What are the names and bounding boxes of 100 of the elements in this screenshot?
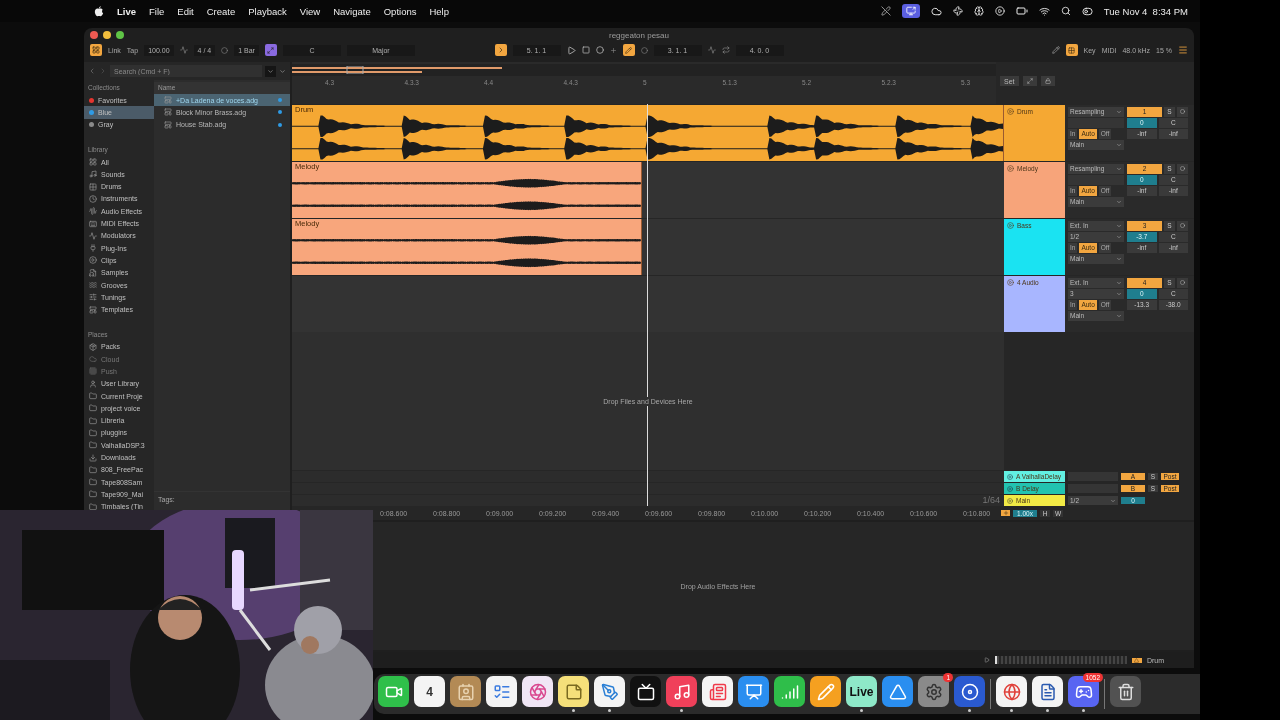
bar-chart-icon: [780, 682, 799, 701]
template-icon: [89, 305, 97, 314]
user-icon: [89, 379, 97, 388]
computer-midi-button[interactable]: [1065, 44, 1078, 56]
search-icon[interactable]: [1060, 6, 1071, 16]
tv-icon: [636, 682, 655, 701]
record-icon: [1180, 280, 1185, 286]
lock-button[interactable]: [1040, 76, 1055, 86]
dock-item[interactable]: [378, 676, 409, 707]
record-icon[interactable]: [595, 46, 604, 54]
scale-mode-button[interactable]: [264, 44, 277, 56]
dock-item[interactable]: [450, 676, 481, 707]
folder-icon: [89, 478, 97, 487]
track-color-button[interactable]: [1131, 657, 1142, 663]
folder-icon: [89, 441, 97, 450]
dock-item[interactable]: [522, 676, 553, 707]
follow-button[interactable]: [494, 44, 507, 56]
view-button[interactable]: [90, 44, 102, 56]
play-icon[interactable]: [566, 45, 576, 55]
dock-item[interactable]: [774, 676, 805, 707]
live-icon[interactable]: Live: [846, 676, 877, 707]
menu-item[interactable]: Options: [383, 5, 417, 17]
input-channel-field[interactable]: [1068, 175, 1124, 185]
dock-item[interactable]: [1068, 676, 1099, 707]
folder-icon: [89, 404, 97, 413]
apple-icon[interactable]: [94, 5, 104, 17]
folder-icon: [89, 428, 97, 437]
pencil-icon[interactable]: [1051, 46, 1060, 54]
dock-item[interactable]: [630, 676, 661, 707]
menu-item[interactable]: View: [299, 5, 321, 17]
zoom-button[interactable]: [116, 31, 124, 39]
fan-icon[interactable]: [952, 6, 963, 16]
dock-item[interactable]: [1032, 676, 1063, 707]
caret-icon: [1116, 108, 1122, 115]
pen-off-icon[interactable]: [880, 6, 891, 16]
control-center-icon[interactable]: [1081, 5, 1093, 17]
dock-item[interactable]: [594, 676, 625, 707]
expand-button[interactable]: [1022, 76, 1037, 86]
brain-icon[interactable]: [973, 6, 984, 16]
calendar-icon[interactable]: 4: [414, 676, 445, 707]
record-icon: [1180, 109, 1185, 115]
dock-item[interactable]: [996, 676, 1027, 707]
clip-overview[interactable]: [994, 656, 1127, 664]
folder-icon: [89, 502, 97, 511]
fold-icon: [1007, 165, 1014, 172]
cloud-icon[interactable]: [930, 5, 942, 17]
dock-item[interactable]: [666, 676, 697, 707]
record-icon: [1180, 166, 1185, 172]
menu-item[interactable]: Create: [206, 5, 236, 17]
fold-icon: [1007, 222, 1014, 229]
dock-item[interactable]: [810, 676, 841, 707]
preset-icon: [164, 96, 172, 105]
checklist-icon: [492, 682, 511, 701]
newspaper-icon: [708, 682, 727, 701]
package-icon: [89, 342, 97, 351]
wifi-icon[interactable]: [1038, 5, 1050, 17]
play-circle-icon[interactable]: [994, 6, 1005, 16]
dock-item[interactable]: [702, 676, 733, 707]
stop-icon[interactable]: [581, 46, 590, 54]
plus-icon: [1002, 510, 1009, 516]
add-icon[interactable]: [609, 46, 617, 54]
record-icon: [1180, 223, 1185, 229]
screen-share-icon: [905, 6, 916, 16]
folder-icon: [89, 490, 97, 499]
menu-item[interactable]: Edit: [177, 5, 194, 17]
close-button[interactable]: [90, 31, 98, 39]
follow-toggle-button[interactable]: [1001, 510, 1010, 516]
disc-icon: [960, 682, 979, 701]
menu-item[interactable]: Help: [429, 5, 449, 17]
dock-item[interactable]: [1110, 676, 1141, 707]
screen-share-button[interactable]: [901, 4, 920, 18]
menu-item[interactable]: File: [149, 5, 165, 17]
dock-item[interactable]: [738, 676, 769, 707]
battery-icon[interactable]: [1015, 5, 1028, 17]
grid-icon: [92, 46, 100, 54]
preset-icon: [164, 108, 172, 117]
caret-icon: [1116, 141, 1122, 148]
dock-item[interactable]: [954, 676, 985, 707]
menu-item[interactable]: Navigate: [333, 5, 371, 17]
fold-icon: [1007, 108, 1014, 115]
presentation-icon: [744, 682, 763, 701]
dock-item[interactable]: [558, 676, 589, 707]
menu-item[interactable]: Live: [117, 5, 136, 17]
input-channel-field[interactable]: [1068, 118, 1124, 128]
loop-switch-icon[interactable]: [721, 46, 730, 54]
caret-icon: [1116, 255, 1122, 262]
play-icon[interactable]: [983, 657, 990, 663]
grid-icon: [1068, 46, 1076, 54]
menu-icon[interactable]: [1178, 45, 1188, 55]
download-icon: [89, 453, 97, 462]
dock-item[interactable]: [882, 676, 913, 707]
dock-item[interactable]: [486, 676, 517, 707]
clock[interactable]: Tue Nov 4 8:34 PM: [1103, 5, 1188, 17]
menu-item[interactable]: Playback: [248, 5, 287, 17]
trash-icon: [1116, 682, 1135, 701]
draw-mode-button[interactable]: [622, 44, 635, 56]
overview-strip[interactable]: [292, 64, 996, 76]
notes-icon: [564, 682, 583, 701]
minimize-button[interactable]: [103, 31, 111, 39]
pads-icon: [89, 182, 97, 191]
